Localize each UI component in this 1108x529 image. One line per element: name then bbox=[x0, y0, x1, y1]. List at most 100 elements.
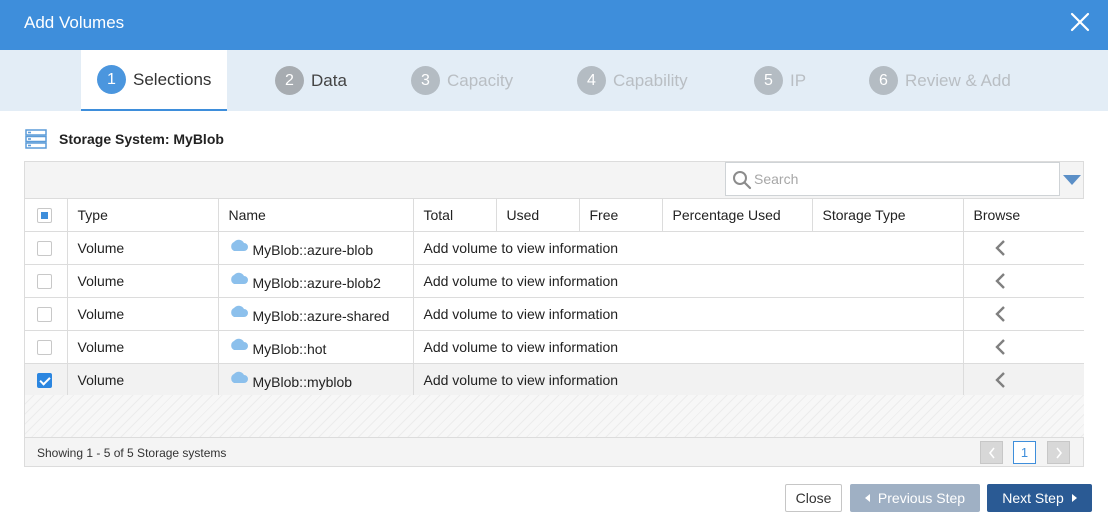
caret-left-icon bbox=[864, 494, 870, 502]
step-label: Capacity bbox=[447, 70, 514, 90]
next-step-label: Next Step bbox=[1002, 490, 1064, 506]
info-cell: Add volume to view information bbox=[413, 297, 964, 331]
step-number: 2 bbox=[275, 66, 304, 95]
current-page[interactable]: 1 bbox=[1013, 441, 1036, 464]
name-cell: MyBlob::azure-blob2 bbox=[218, 264, 414, 298]
select-all-checkbox[interactable] bbox=[37, 208, 52, 224]
select-all-cell bbox=[25, 198, 68, 232]
step-label: Selections bbox=[133, 69, 212, 89]
caret-right-icon bbox=[1071, 494, 1077, 502]
cloud-icon bbox=[230, 371, 248, 383]
storage-system-label: Storage System: MyBlob bbox=[59, 131, 224, 147]
filter-dropdown-icon[interactable] bbox=[1063, 175, 1081, 185]
column-header[interactable]: Storage Type bbox=[812, 198, 964, 232]
info-cell: Add volume to view information bbox=[413, 330, 964, 364]
storage-system-icon bbox=[25, 129, 47, 149]
name-cell: MyBlob::myblob bbox=[218, 363, 414, 397]
cloud-icon bbox=[230, 239, 248, 251]
step-number: 5 bbox=[754, 66, 783, 95]
row-checkbox-cell bbox=[25, 264, 68, 298]
chevron-right-icon bbox=[1055, 447, 1062, 458]
browse-cell bbox=[963, 231, 1084, 265]
cloud-icon bbox=[230, 272, 248, 284]
step-capacity[interactable]: 3 Capacity bbox=[411, 50, 513, 111]
step-label: Capability bbox=[613, 70, 688, 90]
close-icon[interactable] bbox=[1068, 10, 1092, 34]
browse-cell bbox=[963, 330, 1084, 364]
table-row[interactable]: Volume MyBlob::hot Add volume to view in… bbox=[25, 330, 1084, 364]
step-label: IP bbox=[790, 70, 807, 90]
column-header[interactable]: Total bbox=[413, 198, 497, 232]
search-input[interactable] bbox=[754, 169, 1054, 189]
row-checkbox-cell bbox=[25, 231, 68, 265]
type-cell: Volume bbox=[67, 330, 219, 364]
row-checkbox[interactable] bbox=[37, 241, 52, 257]
row-checkbox[interactable] bbox=[37, 373, 52, 389]
info-cell: Add volume to view information bbox=[413, 264, 964, 298]
type-cell: Volume bbox=[67, 363, 219, 397]
previous-step-label: Previous Step bbox=[877, 490, 966, 506]
column-header[interactable]: Type bbox=[67, 198, 219, 232]
step-review-add[interactable]: 6 Review & Add bbox=[869, 50, 1011, 111]
type-cell: Volume bbox=[67, 297, 219, 331]
close-button-label: Close bbox=[795, 490, 832, 506]
step-selections[interactable]: 1 Selections bbox=[81, 50, 227, 111]
dialog-title: Add Volumes bbox=[24, 13, 125, 32]
cloud-icon bbox=[230, 338, 248, 350]
row-checkbox[interactable] bbox=[37, 274, 52, 290]
chevron-left-icon[interactable] bbox=[994, 305, 1006, 323]
step-label: Data bbox=[311, 70, 347, 90]
chevron-left-icon[interactable] bbox=[994, 338, 1006, 356]
close-button[interactable]: Close bbox=[785, 484, 842, 512]
table-row[interactable]: Volume MyBlob::azure-shared Add volume t… bbox=[25, 297, 1084, 331]
chevron-left-icon[interactable] bbox=[994, 272, 1006, 290]
column-header[interactable]: Percentage Used bbox=[662, 198, 813, 232]
cloud-icon bbox=[230, 305, 248, 317]
volume-name: MyBlob::azure-blob bbox=[252, 242, 374, 258]
chevron-left-icon bbox=[988, 447, 995, 458]
type-cell: Volume bbox=[67, 264, 219, 298]
browse-cell bbox=[963, 363, 1084, 397]
step-ip[interactable]: 5 IP bbox=[754, 50, 806, 111]
row-checkbox[interactable] bbox=[37, 340, 52, 356]
info-cell: Add volume to view information bbox=[413, 363, 964, 397]
next-step-button[interactable]: Next Step bbox=[987, 484, 1092, 512]
table-row[interactable]: Volume MyBlob::azure-blob2 Add volume to… bbox=[25, 264, 1084, 298]
storage-system-line: Storage System: MyBlob bbox=[25, 128, 224, 150]
empty-table-area bbox=[25, 395, 1084, 438]
step-number: 4 bbox=[577, 66, 606, 95]
row-checkbox[interactable] bbox=[37, 307, 52, 323]
prev-page-button[interactable] bbox=[980, 441, 1003, 464]
step-data[interactable]: 2 Data bbox=[275, 50, 347, 111]
step-capability[interactable]: 4 Capability bbox=[577, 50, 688, 111]
column-header[interactable]: Name bbox=[218, 198, 414, 232]
row-checkbox-cell bbox=[25, 330, 68, 364]
table-row[interactable]: Volume MyBlob::myblob Add volume to view… bbox=[25, 363, 1084, 397]
row-checkbox-cell bbox=[25, 297, 68, 331]
previous-step-button[interactable]: Previous Step bbox=[850, 484, 980, 512]
dialog-header: Add Volumes bbox=[0, 0, 1108, 50]
volume-name: MyBlob::azure-shared bbox=[252, 308, 390, 324]
info-cell: Add volume to view information bbox=[413, 231, 964, 265]
wizard-steps: 1 Selections 2 Data 3 Capacity 4 Capabil… bbox=[0, 50, 1108, 111]
chevron-left-icon[interactable] bbox=[994, 239, 1006, 257]
pagination-status: Showing 1 - 5 of 5 Storage systems bbox=[37, 446, 227, 460]
volume-name: MyBlob::myblob bbox=[252, 374, 353, 390]
browse-cell bbox=[963, 264, 1084, 298]
column-header[interactable]: Used bbox=[496, 198, 580, 232]
step-number: 3 bbox=[411, 66, 440, 95]
volume-name: MyBlob::azure-blob2 bbox=[252, 275, 381, 291]
table-header-row: Type Name Total Used Free Percentage Use… bbox=[25, 198, 1084, 232]
table-row[interactable]: Volume MyBlob::azure-blob Add volume to … bbox=[25, 231, 1084, 265]
name-cell: MyBlob::azure-shared bbox=[218, 297, 414, 331]
column-header[interactable]: Free bbox=[579, 198, 663, 232]
step-number: 1 bbox=[97, 65, 126, 94]
type-cell: Volume bbox=[67, 231, 219, 265]
browse-cell bbox=[963, 297, 1084, 331]
row-checkbox-cell bbox=[25, 363, 68, 397]
column-header[interactable]: Browse bbox=[963, 198, 1084, 232]
name-cell: MyBlob::hot bbox=[218, 330, 414, 364]
next-page-button[interactable] bbox=[1047, 441, 1070, 464]
step-label: Review & Add bbox=[905, 70, 1011, 90]
chevron-left-icon[interactable] bbox=[994, 371, 1006, 389]
